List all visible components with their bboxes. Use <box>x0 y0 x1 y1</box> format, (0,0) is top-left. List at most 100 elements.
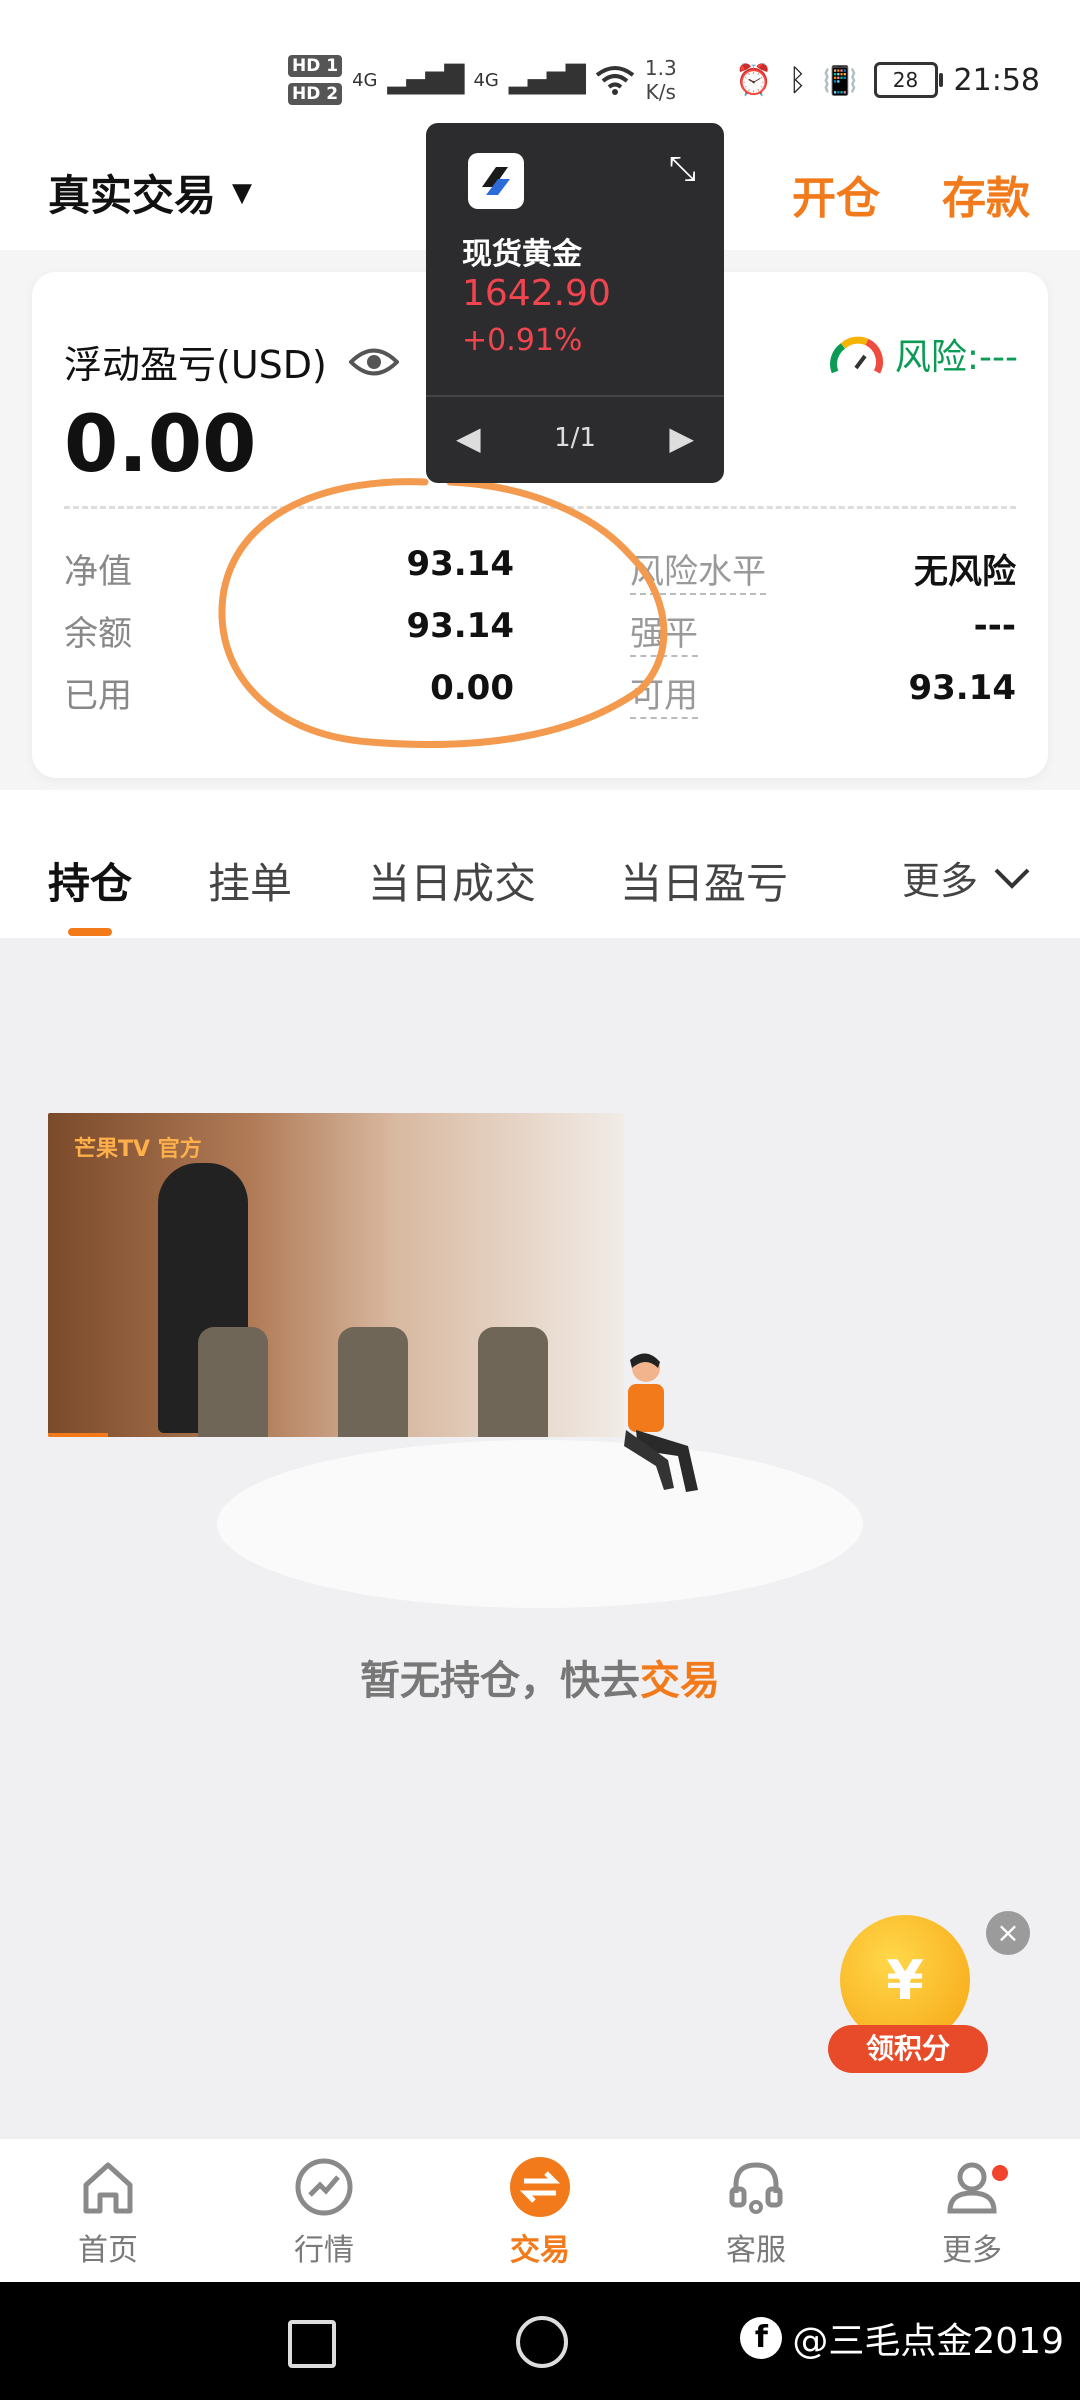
floating-pl-label: 浮动盈亏(USD) <box>64 343 327 387</box>
watermark-text: @三毛点金2019 <box>792 2321 1064 2362</box>
video-progress <box>48 1433 108 1437</box>
tab-today-deals[interactable]: 当日成交 <box>368 850 536 911</box>
empty-state-message: 暂无持仓，快去交易 <box>0 1648 1080 1706</box>
deposit-button[interactable]: 存款 <box>942 162 1030 226</box>
sitting-person-illustration <box>624 1353 698 1492</box>
divider <box>64 506 1016 509</box>
empty-illustration-platform <box>217 1440 863 1608</box>
bluetooth-icon: ᛒ <box>788 62 807 98</box>
hd2-badge: HD 2 <box>288 83 343 105</box>
risk-indicator[interactable]: 风险:--- <box>829 328 1018 380</box>
nav-home[interactable]: 首页 <box>38 2155 178 2269</box>
status-right: ⏰ ᛒ 📳 28 21:58 <box>735 55 1040 105</box>
recent-apps-button[interactable] <box>288 2320 336 2368</box>
nav-service-label: 客服 <box>726 2233 786 2268</box>
home-button[interactable] <box>516 2316 568 2368</box>
nav-service[interactable]: 客服 <box>686 2155 826 2269</box>
eye-icon[interactable] <box>348 345 399 379</box>
empty-state-text: 暂无持仓，快去 <box>360 1658 640 1704</box>
net-speed: 1.3 K/s <box>645 56 677 104</box>
nav-more[interactable]: 更多 <box>902 2155 1042 2269</box>
equity-label: 净值 <box>64 552 132 592</box>
close-icon[interactable]: × <box>986 1911 1030 1955</box>
available-label[interactable]: 可用 <box>630 668 698 719</box>
channel-logo: 芒果TV 官方 <box>74 1137 202 1162</box>
go-trade-link[interactable]: 交易 <box>640 1658 720 1704</box>
floating-pl-header: 浮动盈亏(USD) <box>64 334 399 389</box>
signal2-label: 4G <box>473 69 499 91</box>
video-chair <box>478 1327 548 1437</box>
wifi-icon <box>595 66 635 95</box>
vibrate-icon: 📳 <box>822 63 858 97</box>
stop-out-value: --- <box>973 606 1016 646</box>
nav-market-label: 行情 <box>294 2233 354 2268</box>
risk-level-value: 无风险 <box>914 552 1016 592</box>
watermark: f @三毛点金2019 <box>740 2312 1064 2364</box>
tab-positions[interactable]: 持仓 <box>48 850 132 911</box>
popup-divider <box>426 395 724 397</box>
balance-label: 余额 <box>64 614 132 654</box>
open-position-button[interactable]: 开仓 <box>792 162 880 226</box>
status-left: HD 1 HD 2 4G ▂▄▆█ 4G ▂▄▆█ 1.3 K/s <box>288 50 677 110</box>
instrument-name: 现货黄金 <box>462 237 582 272</box>
signal-bars-icon: ▂▄▆█ <box>387 65 465 95</box>
instrument-logo-icon <box>468 153 524 209</box>
instrument-change: +0.91% <box>462 323 583 358</box>
nav-trade[interactable]: 交易 <box>470 2155 610 2269</box>
exchange-icon <box>510 2157 570 2217</box>
stop-out-label[interactable]: 强平 <box>630 606 698 657</box>
tab-today-pl[interactable]: 当日盈亏 <box>620 850 788 911</box>
video-pip-window[interactable]: 芒果TV 官方 <box>48 1113 624 1437</box>
summary-row-equity: 净值 93.14 风险水平 无风险 <box>64 544 1016 604</box>
equity-value: 93.14 <box>406 544 514 584</box>
nav-trade-label: 交易 <box>510 2233 570 2268</box>
tab-pending-orders[interactable]: 挂单 <box>208 850 292 911</box>
risk-label: 风险:--- <box>894 337 1018 378</box>
battery-icon: 28 <box>873 62 943 98</box>
home-icon <box>83 2162 133 2214</box>
video-chair <box>338 1327 408 1437</box>
clock: 21:58 <box>953 62 1040 98</box>
nav-market[interactable]: 行情 <box>254 2155 394 2269</box>
balance-value: 93.14 <box>406 606 514 646</box>
used-margin-label: 已用 <box>64 676 132 716</box>
nav-home-label: 首页 <box>78 2233 138 2268</box>
risk-level-label[interactable]: 风险水平 <box>630 544 766 595</box>
headset-icon <box>729 2162 783 2214</box>
account-label: 真实交易 <box>48 171 217 220</box>
available-value: 93.14 <box>908 668 1016 708</box>
instrument-price: 1642.90 <box>462 273 611 314</box>
notification-dot <box>992 2165 1008 2181</box>
chevron-down-icon <box>994 868 1030 889</box>
collapse-icon[interactable]: ⤡ <box>669 149 696 189</box>
signal-bars-icon: ▂▄▆█ <box>508 65 586 95</box>
bottom-nav: 首页 行情 交易 客服 更多 <box>0 2138 1080 2283</box>
more-tab-label: 更多 <box>901 859 978 903</box>
used-margin-value: 0.00 <box>430 668 514 708</box>
claim-points-label: 领积分 <box>828 2025 988 2073</box>
summary-row-margin: 已用 0.00 可用 93.14 <box>64 668 1016 728</box>
caret-down-icon: ▼ <box>232 177 253 208</box>
weibo-logo-icon: f <box>740 2317 783 2359</box>
quote-popup[interactable]: ⤡ 现货黄金 1642.90 +0.91% ◀ 1/1 ▶ <box>426 123 724 483</box>
nav-more-label: 更多 <box>942 2233 1002 2268</box>
hd-indicators: HD 1 HD 2 <box>288 55 343 105</box>
tab-more[interactable]: 更多 <box>902 850 1032 905</box>
alarm-icon: ⏰ <box>735 62 773 98</box>
chart-icon <box>295 2158 353 2216</box>
user-icon <box>947 2162 997 2214</box>
net-speed-unit: K/s <box>645 80 676 104</box>
claim-points-widget[interactable]: ¥ 领积分 <box>808 1905 1002 2095</box>
risk-gauge-icon <box>829 336 883 374</box>
net-speed-value: 1.3 <box>644 56 677 80</box>
summary-row-balance: 余额 93.14 强平 --- <box>64 606 1016 666</box>
signal1-label: 4G <box>352 69 378 91</box>
active-tab-indicator <box>68 928 112 936</box>
position-tabs: 持仓 挂单 当日成交 当日盈亏 更多 <box>0 790 1080 940</box>
system-navigation-bar: f @三毛点金2019 <box>0 2282 1080 2400</box>
video-chair <box>198 1327 268 1437</box>
floating-pl-value: 0.00 <box>64 400 257 490</box>
hd1-badge: HD 1 <box>288 55 343 77</box>
account-selector[interactable]: 真实交易 ▼ <box>48 162 252 223</box>
next-arrow-icon[interactable]: ▶ <box>669 419 694 457</box>
